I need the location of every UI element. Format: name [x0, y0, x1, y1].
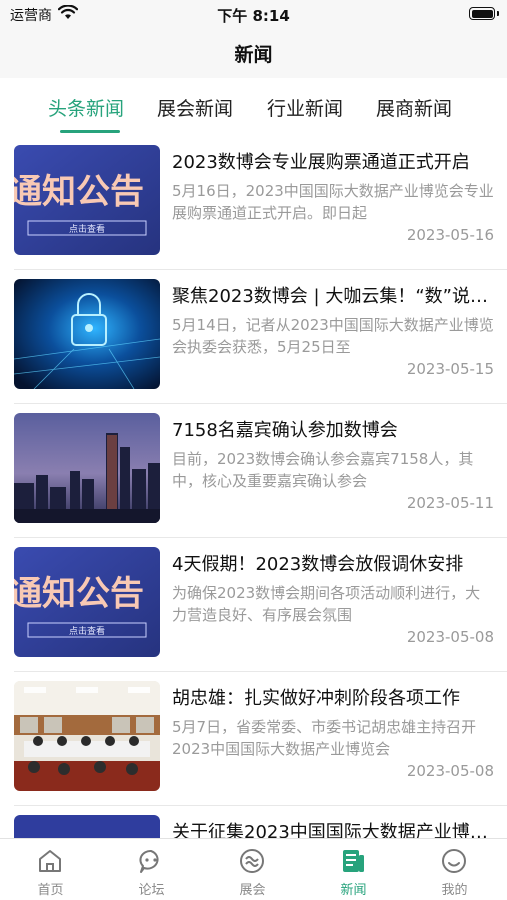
news-item[interactable]: 胡忠雄：扎实做好冲刺阶段各项工作 5月7日，省委常委、市委书记胡忠雄主持召开20…	[0, 672, 507, 806]
tabbar-home[interactable]: 首页	[0, 839, 101, 900]
category-tabs: 头条新闻 展会新闻 行业新闻 展商新闻	[0, 78, 507, 136]
city-skyline-thumbnail	[14, 413, 160, 523]
tabbar-label: 我的	[441, 883, 468, 898]
chat-icon	[139, 850, 159, 873]
bottom-tab-bar: 首页 论坛 展会 新闻 我的	[0, 838, 507, 900]
tabbar-news[interactable]: 新闻	[303, 839, 404, 900]
news-title: 2023数博会专业展购票通道正式开启	[172, 152, 470, 173]
tabbar-forum[interactable]: 论坛	[101, 839, 202, 900]
tabbar-label: 论坛	[138, 883, 165, 898]
news-item[interactable]: 聚焦2023数博会 | 大咖云集！“数”说未来 5月14日，记者从2023中国国…	[0, 270, 507, 404]
news-date: 2023-05-11	[406, 494, 494, 512]
news-date: 2023-05-15	[406, 360, 494, 378]
notice-banner-thumbnail	[14, 815, 160, 838]
thumb-view-button: 点击查看	[69, 223, 105, 235]
news-date: 2023-05-08	[406, 762, 494, 780]
tabbar-label: 新闻	[340, 883, 367, 898]
nav-bar: 新闻	[0, 28, 507, 78]
news-title: 4天假期！2023数博会放假调休安排	[172, 554, 464, 575]
news-item[interactable]: 通知公告 点击查看 4天假期！2023数博会放假调休安排 为确保2023数博会期…	[0, 538, 507, 672]
tab-headline-news[interactable]: 头条新闻	[48, 94, 124, 121]
page-title: 新闻	[234, 44, 273, 66]
tabbar-label: 展会	[239, 883, 266, 898]
active-tab-indicator	[60, 130, 120, 133]
thumb-view-button: 点击查看	[69, 625, 105, 637]
clock: 下午 8:14	[217, 7, 290, 25]
notice-banner-thumbnail: 通知公告 点击查看	[14, 145, 160, 255]
news-icon	[343, 850, 364, 872]
data-security-thumbnail	[14, 279, 160, 389]
notice-banner-thumbnail: 通知公告 点击查看	[14, 547, 160, 657]
battery-icon	[469, 7, 499, 20]
thumb-notice-text: 通知公告	[14, 172, 144, 212]
news-list[interactable]: 通知公告 点击查看 2023数博会专业展购票通道正式开启 5月16日，2023中…	[0, 136, 507, 838]
news-summary: 5月7日，省委常委、市委书记胡忠雄主持召开2023中国国际大数据产业博览会	[172, 718, 477, 758]
news-summary: 目前，2023数博会确认参会嘉宾7158人，其中，核心及重要嘉宾确认参会	[172, 450, 474, 490]
tab-industry-news[interactable]: 行业新闻	[267, 94, 343, 121]
news-date: 2023-05-08	[406, 628, 494, 646]
tab-expo-news[interactable]: 展会新闻	[157, 94, 233, 121]
news-item[interactable]: 关于征集2023中国国际大数据产业博览会	[0, 806, 507, 838]
tabbar-label: 首页	[37, 883, 64, 898]
news-summary: 为确保2023数博会期间各项活动顺利进行，大力营造良好、有序展会氛围	[172, 584, 481, 624]
news-title: 胡忠雄：扎实做好冲刺阶段各项工作	[172, 688, 460, 709]
tabbar-expo[interactable]: 展会	[202, 839, 303, 900]
home-icon	[39, 850, 61, 872]
news-item[interactable]: 7158名嘉宾确认参加数博会 目前，2023数博会确认参会嘉宾7158人，其中，…	[0, 404, 507, 538]
expo-icon	[240, 849, 264, 873]
news-summary: 5月14日，记者从2023中国国际大数据产业博览会执委会获悉，5月25日至	[172, 316, 494, 356]
news-title: 7158名嘉宾确认参加数博会	[172, 420, 398, 441]
news-date: 2023-05-16	[406, 226, 494, 244]
news-title: 聚焦2023数博会 | 大咖云集！“数”说未来	[172, 286, 492, 307]
status-bar: 运营商 下午 8:14	[0, 0, 507, 28]
news-item[interactable]: 通知公告 点击查看 2023数博会专业展购票通道正式开启 5月16日，2023中…	[0, 136, 507, 270]
news-summary: 5月16日，2023中国国际大数据产业博览会专业展购票通道正式开启。即日起	[172, 182, 494, 222]
tabbar-profile[interactable]: 我的	[404, 839, 505, 900]
news-title: 关于征集2023中国国际大数据产业博览会	[172, 822, 492, 838]
thumb-notice-text: 通知公告	[14, 574, 144, 614]
meeting-room-thumbnail	[14, 681, 160, 791]
tab-exhibitor-news[interactable]: 展商新闻	[376, 94, 452, 121]
smile-icon	[442, 849, 466, 873]
